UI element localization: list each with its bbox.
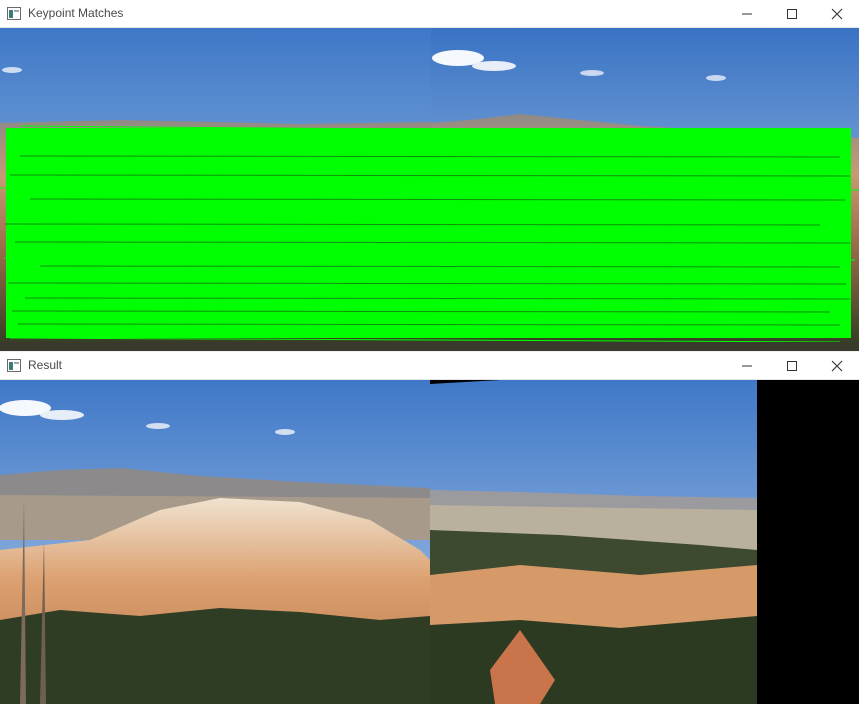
keypoint-matches-window: Keypoint Matches xyxy=(0,0,859,351)
close-button[interactable] xyxy=(814,0,859,28)
close-icon xyxy=(831,8,843,20)
maximize-button[interactable] xyxy=(769,0,815,28)
minimize-icon xyxy=(742,365,752,367)
window-title: Result xyxy=(28,358,63,372)
maximize-icon xyxy=(787,9,797,19)
minimize-button[interactable] xyxy=(724,0,770,28)
window-title: Keypoint Matches xyxy=(28,6,124,20)
minimize-icon xyxy=(742,13,752,15)
app-icon xyxy=(7,7,21,20)
close-button[interactable] xyxy=(814,352,859,380)
close-icon xyxy=(831,360,843,372)
title-bar[interactable]: Keypoint Matches xyxy=(0,0,859,28)
minimize-button[interactable] xyxy=(724,352,770,380)
maximize-button[interactable] xyxy=(769,352,815,380)
result-window: Result xyxy=(0,352,859,704)
match-lines xyxy=(0,125,859,347)
matches-canvas xyxy=(0,28,859,351)
maximize-icon xyxy=(787,361,797,371)
app-icon xyxy=(7,359,21,372)
panorama-left xyxy=(0,380,430,704)
panorama-canvas xyxy=(0,380,859,704)
title-bar[interactable]: Result xyxy=(0,352,859,380)
panorama-right xyxy=(430,380,757,704)
